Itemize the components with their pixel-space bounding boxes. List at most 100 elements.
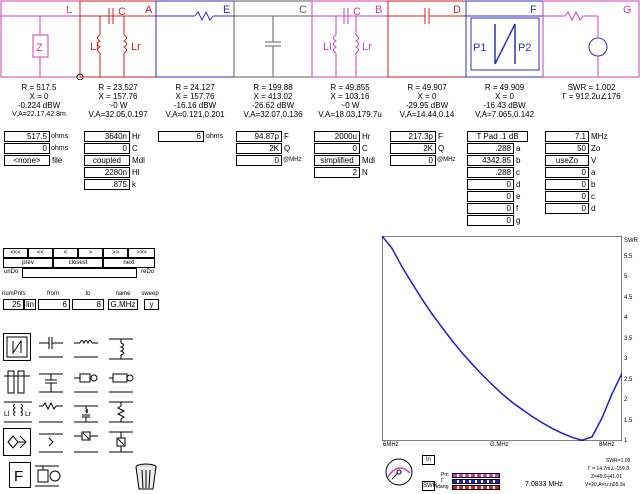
- trash-icon[interactable]: [133, 462, 159, 492]
- swr-data-point: [501, 393, 503, 395]
- readout-r: R = 49.909: [484, 83, 525, 92]
- readout-r: R = 49.855: [330, 83, 370, 92]
- series-resistor-icon[interactable]: [37, 398, 65, 426]
- block-A[interactable]: C Ll Lr A: [79, 0, 157, 78]
- smith-chart-icon[interactable]: [384, 455, 414, 489]
- a-hl-field[interactable]: 2280n: [84, 167, 130, 178]
- two-port-icon[interactable]: [3, 333, 31, 361]
- d-q-field[interactable]: 2K: [390, 143, 436, 154]
- l-resistance-field[interactable]: 517.5: [4, 131, 50, 142]
- series-box-icon[interactable]: [72, 428, 100, 456]
- f-param-f-field[interactable]: 0: [467, 203, 514, 214]
- d-farad-field[interactable]: 217.3p: [390, 131, 436, 142]
- redo-button[interactable]: reDo: [136, 268, 155, 278]
- readout-va: V,A=22.17,42.8m: [12, 111, 66, 118]
- f-param-a-field[interactable]: .288: [467, 143, 514, 154]
- swr-data-point: [581, 439, 583, 441]
- g-source-select[interactable]: useZo: [545, 155, 589, 166]
- transformer-icon[interactable]: [72, 368, 100, 396]
- nav-forward-button[interactable]: >: [78, 248, 103, 258]
- f-param-c-field[interactable]: .288: [467, 167, 514, 178]
- feedline-icon[interactable]: [3, 428, 31, 456]
- sampler-icon[interactable]: [37, 428, 65, 456]
- g-zo-field[interactable]: 50: [545, 143, 589, 154]
- svg-text:Ll: Ll: [4, 411, 10, 418]
- g-param-b-field[interactable]: 0: [545, 179, 589, 190]
- b-model-select[interactable]: simplified: [314, 155, 360, 166]
- readout-r: R = 49.907: [407, 83, 447, 92]
- f-param-g-field[interactable]: 0: [467, 215, 514, 226]
- sweep-name-field[interactable]: G.MHz: [108, 299, 138, 310]
- b-n-field[interactable]: 2: [314, 167, 360, 178]
- readout-E: R = 24.127 X = 157.76 -16.16 dBW V,A=0.1…: [156, 83, 234, 119]
- a-model-select[interactable]: coupled: [84, 155, 130, 166]
- undo-redo-bar: [3, 268, 155, 278]
- block-B[interactable]: C Ll Lr B: [311, 0, 389, 78]
- f-param-b-field[interactable]: 4342.85: [467, 155, 514, 166]
- block-E[interactable]: E: [155, 0, 235, 78]
- nav-back-more-button[interactable]: <<: [28, 248, 53, 258]
- g-param-d-field[interactable]: 0: [545, 203, 589, 214]
- f-param-e-field[interactable]: 0: [467, 191, 514, 202]
- block-G[interactable]: G: [542, 0, 640, 78]
- inductor-r-icon: [123, 34, 127, 54]
- nav-forward-more-button[interactable]: >>: [103, 248, 128, 258]
- shunt-inductor-icon[interactable]: [107, 333, 135, 361]
- closest-button[interactable]: closest: [53, 258, 103, 268]
- b-c-field[interactable]: 0: [314, 143, 360, 154]
- block-C[interactable]: C: [233, 0, 313, 78]
- series-inductor-icon[interactable]: [72, 333, 100, 361]
- parallel-lc-icon[interactable]: Ll Lr: [3, 398, 32, 426]
- l-reactance-field[interactable]: 0: [4, 143, 50, 154]
- series-line-icon[interactable]: [3, 368, 31, 396]
- swr-plot[interactable]: [382, 236, 622, 441]
- shunt-capacitor-icon[interactable]: [37, 368, 65, 396]
- a-hr-field[interactable]: 3640n: [84, 131, 130, 142]
- g-param-a-field[interactable]: 0: [545, 167, 589, 178]
- undo-button[interactable]: unDo: [3, 268, 23, 278]
- c-farad-field[interactable]: 94.87p: [236, 131, 282, 142]
- swr-data-point: [461, 352, 463, 354]
- component-label-lr-b: Lr: [362, 41, 372, 53]
- shunt-resistor-icon[interactable]: [107, 398, 135, 426]
- sweep-from-field[interactable]: 6: [38, 299, 70, 310]
- f-param-d-field[interactable]: 0: [467, 179, 514, 190]
- x-label-end: 8MHz: [599, 442, 615, 448]
- e-resistance-field[interactable]: 6: [158, 131, 204, 142]
- d-at-field[interactable]: 0: [390, 155, 436, 166]
- sweep-toggle[interactable]: y: [144, 299, 159, 310]
- nav-last-button[interactable]: >>>: [128, 248, 155, 258]
- readout-dbw: -16.43 dBW: [483, 101, 526, 110]
- block-L[interactable]: Z L: [0, 0, 84, 80]
- legend-swatch-startg: [452, 485, 500, 490]
- swr-mode-button[interactable]: SWR: [422, 481, 437, 491]
- block-F[interactable]: P1 P2 F: [465, 0, 544, 78]
- f-type-select[interactable]: T Pad .1 dB: [467, 131, 528, 142]
- block-D[interactable]: D: [387, 0, 467, 78]
- nav-back-button[interactable]: <: [53, 248, 78, 258]
- file-select-button[interactable]: <none>: [4, 155, 50, 166]
- nav-first-button[interactable]: <<<: [3, 248, 28, 258]
- prev-button[interactable]: prev: [3, 258, 53, 268]
- c-q-field[interactable]: 2K: [236, 143, 282, 154]
- schematic-diagram[interactable]: Z L C Ll Lr A E C C Ll Lr B D P1 P2 F G: [0, 0, 640, 80]
- file-icon[interactable]: F: [9, 462, 31, 488]
- series-capacitor-icon[interactable]: [37, 333, 65, 361]
- g-freq-field[interactable]: 7.1: [545, 131, 589, 142]
- a-k-field[interactable]: .875: [84, 179, 130, 190]
- ln-button[interactable]: ln: [422, 455, 435, 465]
- c-at-field[interactable]: 0: [236, 155, 282, 166]
- shunt-box-icon[interactable]: [107, 428, 135, 456]
- a-c-label: C: [132, 144, 138, 153]
- g-param-c-field[interactable]: 0: [545, 191, 589, 202]
- sweep-numpnts-field[interactable]: 25: [3, 299, 24, 310]
- b-hr-field[interactable]: 2000u: [314, 131, 360, 142]
- a-c-field[interactable]: 0: [84, 143, 130, 154]
- sweep-lin-toggle[interactable]: lin: [24, 299, 36, 310]
- source-icon[interactable]: [33, 462, 61, 490]
- d-farad-label: F: [438, 132, 443, 141]
- sweep-to-field[interactable]: 8: [72, 299, 104, 310]
- next-button[interactable]: next: [103, 258, 155, 268]
- series-rlc-icon[interactable]: [72, 398, 100, 426]
- shunt-transformer-icon[interactable]: [107, 368, 135, 396]
